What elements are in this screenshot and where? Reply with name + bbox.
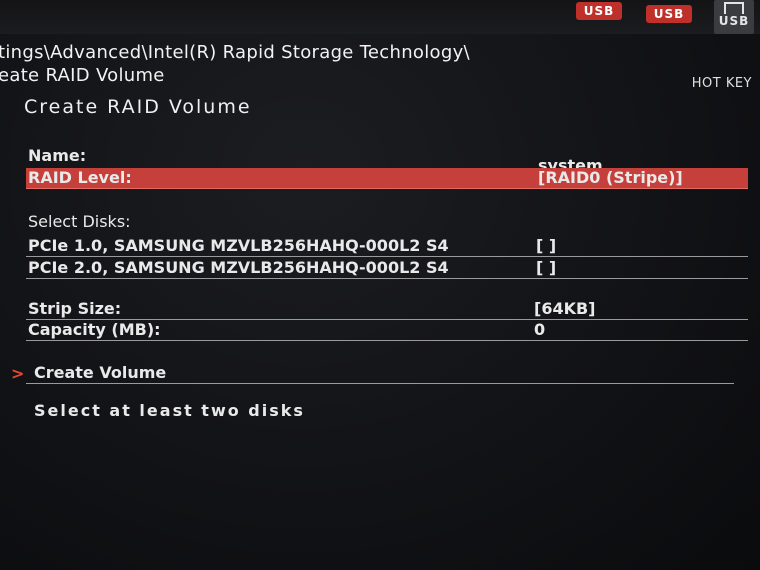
capacity-value: 0 (534, 320, 546, 339)
create-volume-button[interactable]: Create Volume (26, 363, 734, 384)
breadcrumb-line-2: eate RAID Volume (0, 65, 165, 86)
strip-size-value: [64KB] (534, 299, 596, 318)
name-field[interactable]: Name: (26, 146, 748, 166)
usb-indicator-2: USB (646, 5, 692, 23)
usb-indicator-3: USB (714, 0, 754, 34)
selection-arrow-icon: > (11, 364, 25, 383)
disk-2-label: PCIe 2.0, SAMSUNG MZVLB256HAHQ-000L2 S4 (28, 258, 449, 277)
capacity-label: Capacity (MB): (28, 320, 161, 339)
strip-size-option[interactable]: Strip Size: [64KB] (26, 299, 748, 320)
select-disks-label: Select Disks: (28, 212, 131, 231)
disk-1-checkbox[interactable]: [ ] (536, 236, 556, 255)
help-hint-text: Select at least two disks (34, 401, 305, 420)
raid-level-value: [RAID0 (Stripe)] (538, 168, 683, 187)
strip-size-label: Strip Size: (28, 299, 122, 318)
usb-indicator-1: USB (576, 2, 622, 20)
disk-1-label: PCIe 1.0, SAMSUNG MZVLB256HAHQ-000L2 S4 (28, 236, 449, 255)
raid-level-label: RAID Level: (28, 168, 132, 187)
breadcrumb-line-1: tings\Advanced\Intel(R) Rapid Storage Te… (0, 42, 470, 63)
create-volume-label: Create Volume (34, 363, 167, 382)
hot-key-button[interactable]: HOT KEY (692, 76, 752, 91)
raid-level-option[interactable]: RAID Level: [RAID0 (Stripe)] (26, 168, 748, 189)
usb-indicator-3-label: USB (718, 14, 750, 28)
page-title: Create RAID Volume (24, 96, 252, 118)
capacity-field: Capacity (MB): 0 (26, 320, 748, 341)
usb-plug-icon (724, 2, 744, 14)
disk-2-checkbox[interactable]: [ ] (536, 258, 556, 277)
name-label: Name: (28, 146, 87, 165)
disk-item-2[interactable]: PCIe 2.0, SAMSUNG MZVLB256HAHQ-000L2 S4 … (26, 258, 748, 279)
disk-item-1[interactable]: PCIe 1.0, SAMSUNG MZVLB256HAHQ-000L2 S4 … (26, 236, 748, 257)
